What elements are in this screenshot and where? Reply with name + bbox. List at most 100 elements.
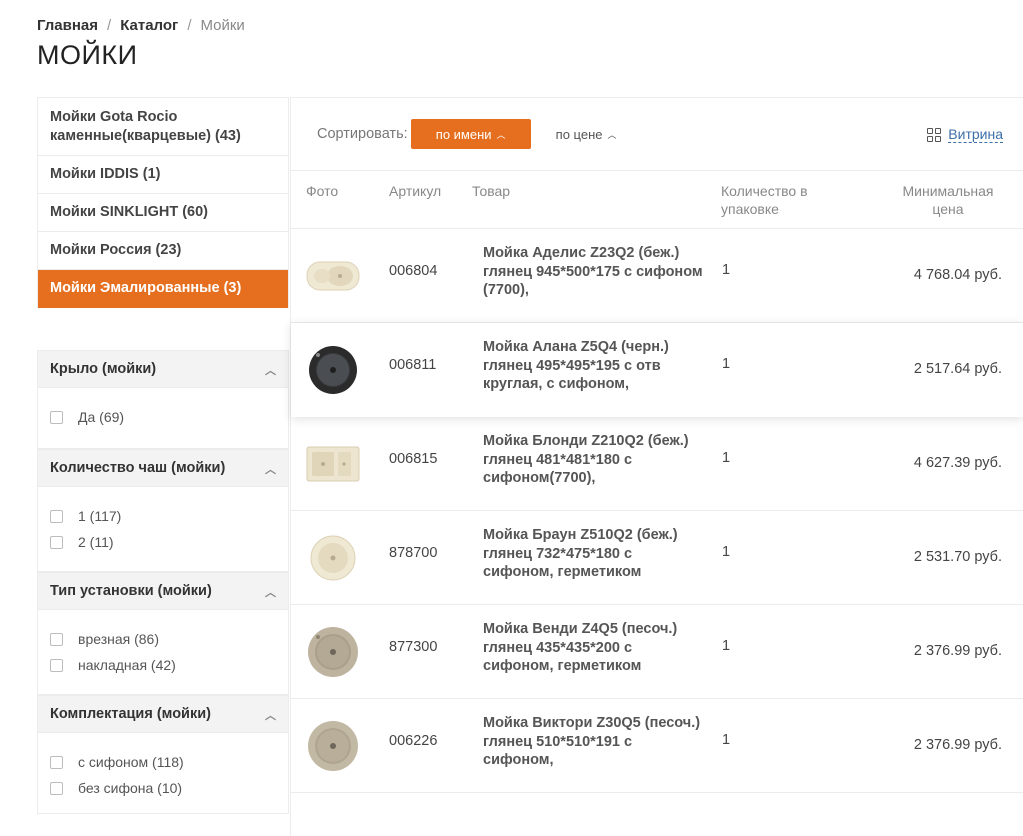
page-title: МОЙКИ <box>37 40 138 70</box>
filter-title: Тип установки (мойки) <box>50 583 212 599</box>
sort-label: Сортировать: <box>317 126 408 142</box>
filter-option-label: врезная (86) <box>78 631 160 647</box>
checkbox[interactable] <box>50 755 63 769</box>
sort-by-price-button[interactable]: по цене ︿ <box>556 127 617 142</box>
category-item[interactable]: Мойки Gota Rocio каменные(кварцевые) (43… <box>38 98 288 156</box>
product-thumbnail[interactable] <box>305 719 361 773</box>
product-price: 2 517.64 руб. <box>913 361 1002 377</box>
filter-option-label: 2 (11) <box>78 534 114 550</box>
product-listing: Сортировать: по имени ︿ по цене ︿ Витрина … <box>290 97 1023 836</box>
filter-option[interactable]: с сифоном (118) <box>50 749 276 775</box>
checkbox[interactable] <box>50 509 63 523</box>
table-row[interactable]: 006815 Мойка Блонди Z210Q2 (беж.) глянец… <box>291 417 1023 511</box>
product-sku: 006804 <box>389 263 438 279</box>
column-product: Товар <box>472 183 511 199</box>
breadcrumb-catalog[interactable]: Каталог <box>120 17 178 34</box>
checkbox[interactable] <box>50 632 63 646</box>
filter-option-label: Да (69) <box>78 409 125 425</box>
table-row[interactable]: 877300 Мойка Венди Z4Q5 (песоч.) глянец … <box>291 605 1023 699</box>
category-item[interactable]: Мойки IDDIS (1) <box>38 156 288 194</box>
breadcrumb-home[interactable]: Главная <box>37 17 98 34</box>
category-label: Мойки Россия (23) <box>50 242 182 258</box>
product-thumbnail[interactable] <box>305 625 361 679</box>
column-sku: Артикул <box>389 183 442 199</box>
product-qty: 1 <box>722 356 731 372</box>
product-price: 2 376.99 руб. <box>913 643 1002 659</box>
sidebar: Мойки Gota Rocio каменные(кварцевые) (43… <box>37 97 289 814</box>
table-row[interactable]: 006804 Мойка Аделис Z23Q2 (беж.) глянец … <box>291 229 1023 323</box>
product-thumbnail[interactable] <box>305 249 361 303</box>
chevron-up-icon: ︿ <box>496 129 506 140</box>
column-qty: Количество в упаковке <box>721 183 808 217</box>
chevron-up-icon[interactable]: ︿ <box>265 584 276 600</box>
filter-option-label: без сифона (10) <box>78 780 183 796</box>
category-label: Мойки IDDIS (1) <box>50 166 161 182</box>
chevron-up-icon: ︿ <box>607 129 617 140</box>
product-sku: 878700 <box>389 545 438 561</box>
product-thumbnail[interactable] <box>305 343 361 397</box>
product-thumbnail[interactable] <box>305 531 361 585</box>
filter-option-label: накладная (42) <box>78 657 176 673</box>
table-row[interactable]: 006226 Мойка Виктори Z30Q5 (песоч.) глян… <box>291 699 1023 793</box>
view-toggle[interactable]: Витрина <box>927 126 1003 143</box>
product-name[interactable]: Мойка Виктори Z30Q5 (песоч.) глянец 510*… <box>483 714 703 770</box>
product-qty: 1 <box>722 450 731 466</box>
product-thumbnail[interactable] <box>305 437 361 491</box>
table-row[interactable]: 878700 Мойка Браун Z510Q2 (беж.) глянец … <box>291 511 1023 605</box>
filter-header[interactable]: Тип установки (мойки) ︿ <box>38 572 288 610</box>
product-name[interactable]: Мойка Браун Z510Q2 (беж.) глянец 732*475… <box>483 526 703 582</box>
chevron-up-icon[interactable]: ︿ <box>265 707 276 723</box>
product-name[interactable]: Мойка Венди Z4Q5 (песоч.) глянец 435*435… <box>483 620 703 676</box>
filter-group: Крыло (мойки) ︿ Да (69) <box>37 350 289 449</box>
filter-option-label: с сифоном (118) <box>78 754 184 770</box>
checkbox[interactable] <box>50 658 63 672</box>
breadcrumb: Главная / Каталог / Мойки <box>37 17 245 34</box>
sort-by-name-button[interactable]: по имени ︿ <box>410 119 531 149</box>
filter-title: Количество чаш (мойки) <box>50 460 226 476</box>
filter-group: Тип установки (мойки) ︿ врезная (86) нак… <box>37 572 289 695</box>
category-label: Мойки SINKLIGHT (60) <box>50 204 208 220</box>
category-list: Мойки Gota Rocio каменные(кварцевые) (43… <box>37 97 289 308</box>
product-qty: 1 <box>722 732 731 748</box>
filter-option[interactable]: врезная (86) <box>50 626 276 652</box>
category-label: Мойки Эмалированные (3) <box>50 280 242 296</box>
product-qty: 1 <box>722 544 731 560</box>
chevron-up-icon[interactable]: ︿ <box>265 362 276 378</box>
view-label: Витрина <box>948 126 1003 143</box>
product-name[interactable]: Мойка Алана Z5Q4 (черн.) глянец 495*495*… <box>483 338 703 394</box>
filter-header[interactable]: Крыло (мойки) ︿ <box>38 350 288 388</box>
category-item[interactable]: Мойки SINKLIGHT (60) <box>38 194 288 232</box>
filter-group: Количество чаш (мойки) ︿ 1 (117) 2 (11) <box>37 449 289 572</box>
breadcrumb-separator: / <box>187 17 192 34</box>
product-name[interactable]: Мойка Блонди Z210Q2 (беж.) глянец 481*48… <box>483 432 703 488</box>
product-sku: 006811 <box>389 357 437 373</box>
sort-by-price-label: по цене <box>555 126 603 142</box>
checkbox[interactable] <box>50 535 63 549</box>
filter-option[interactable]: 1 (117) <box>50 503 276 529</box>
filter-option[interactable]: накладная (42) <box>50 652 276 678</box>
column-photo: Фото <box>306 183 339 199</box>
product-qty: 1 <box>722 638 731 654</box>
filter-header[interactable]: Количество чаш (мойки) ︿ <box>38 449 288 487</box>
filter-option[interactable]: 2 (11) <box>50 529 276 555</box>
filter-option-label: 1 (117) <box>78 508 122 524</box>
checkbox[interactable] <box>50 781 63 795</box>
table-row[interactable]: 006811 Мойка Алана Z5Q4 (черн.) глянец 4… <box>291 323 1023 417</box>
filter-option[interactable]: без сифона (10) <box>50 775 276 801</box>
product-price: 4 768.04 руб. <box>913 267 1002 283</box>
category-item-active[interactable]: Мойки Эмалированные (3) <box>38 270 288 308</box>
product-sku: 006815 <box>389 451 438 467</box>
grid-icon <box>927 127 942 142</box>
filter-group: Комплектация (мойки) ︿ с сифоном (118) б… <box>37 695 289 814</box>
chevron-up-icon[interactable]: ︿ <box>265 461 276 477</box>
breadcrumb-current: Мойки <box>200 17 245 34</box>
category-item[interactable]: Мойки Россия (23) <box>38 232 288 270</box>
product-name[interactable]: Мойка Аделис Z23Q2 (беж.) глянец 945*500… <box>483 244 703 300</box>
checkbox[interactable] <box>50 410 63 424</box>
table-header: Фото Артикул Товар Количество в упаковке… <box>291 171 1023 229</box>
filter-option[interactable]: Да (69) <box>50 404 276 430</box>
filter-title: Крыло (мойки) <box>50 361 157 377</box>
filter-title: Комплектация (мойки) <box>50 706 211 722</box>
filter-header[interactable]: Комплектация (мойки) ︿ <box>38 695 288 733</box>
sort-by-name-label: по имени <box>435 126 492 142</box>
